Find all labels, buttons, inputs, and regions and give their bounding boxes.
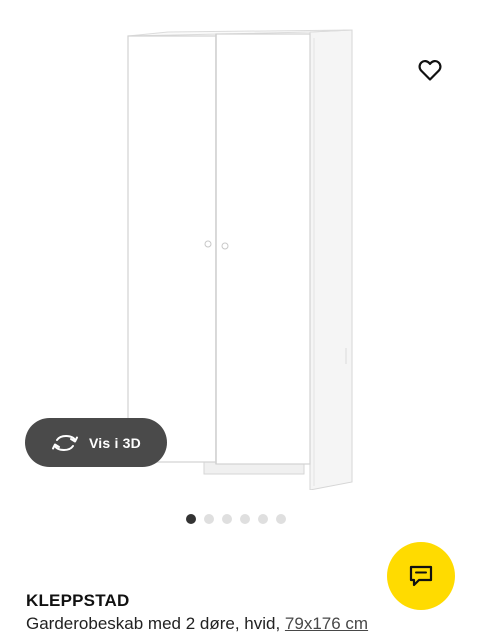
- heart-icon: [418, 60, 442, 81]
- favorite-button[interactable]: [412, 52, 448, 88]
- product-description-text: Garderobeskab med 2 døre, hvid,: [26, 614, 281, 633]
- gallery-dot-1[interactable]: [186, 514, 196, 524]
- view-in-3d-label: Vis i 3D: [89, 434, 141, 451]
- gallery-pagination: [186, 514, 286, 524]
- gallery-dot-5[interactable]: [258, 514, 268, 524]
- rotate-360-icon: [51, 433, 79, 453]
- product-size-link[interactable]: 79x176 cm: [285, 614, 368, 633]
- wardrobe-image: [127, 29, 353, 490]
- view-in-3d-button[interactable]: Vis i 3D: [25, 418, 167, 467]
- chat-button[interactable]: [387, 542, 455, 610]
- gallery-dot-3[interactable]: [222, 514, 232, 524]
- product-name: KLEPPSTAD: [26, 591, 130, 610]
- gallery-dot-4[interactable]: [240, 514, 250, 524]
- gallery-dot-2[interactable]: [204, 514, 214, 524]
- product-image-area: Vis i 3D: [0, 0, 480, 500]
- gallery-dot-6[interactable]: [276, 514, 286, 524]
- product-description: Garderobeskab med 2 døre, hvid, 79x176 c…: [26, 614, 368, 634]
- chat-bubble-icon: [409, 565, 433, 587]
